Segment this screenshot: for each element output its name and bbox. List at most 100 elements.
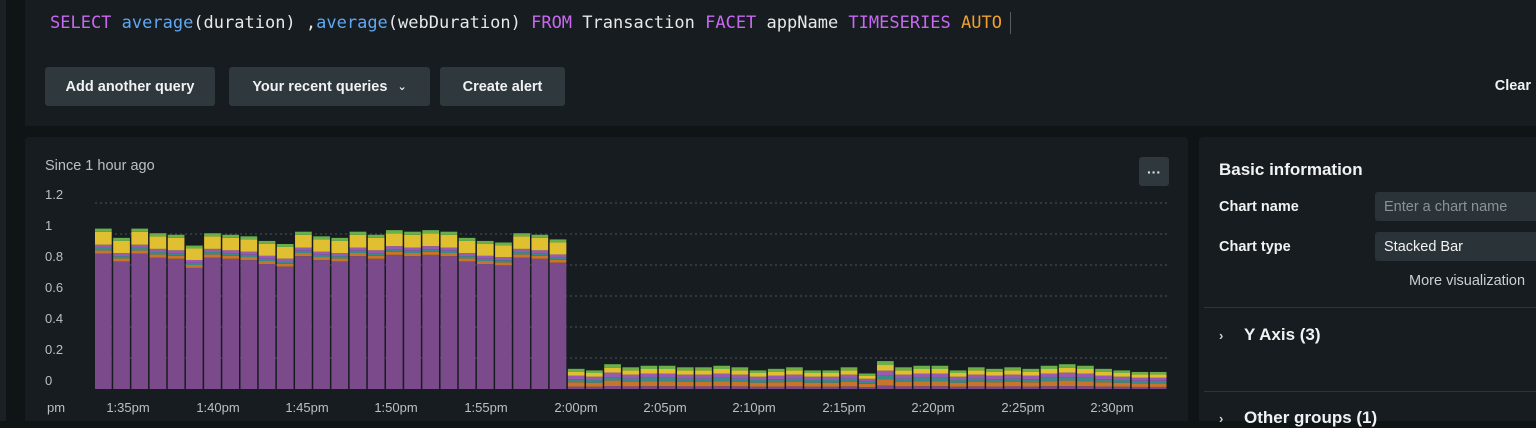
bar-segment: [931, 369, 949, 374]
x-tick-label: 1:35pm: [106, 400, 149, 415]
bar-segment: [676, 386, 694, 389]
chart-name-input[interactable]: Enter a chart name: [1375, 192, 1536, 221]
bar-segment: [495, 242, 512, 246]
bar-segment: [513, 248, 530, 253]
bar-segment: [131, 228, 149, 232]
bar-segment: [1131, 380, 1149, 384]
bar-segment: [967, 370, 985, 375]
bar-segment: [804, 382, 821, 387]
bar-segment: [513, 236, 530, 249]
bar-segment: [149, 257, 167, 389]
bar-segment: [1040, 381, 1058, 387]
bar-segment: [931, 365, 949, 369]
more-visualizations-link[interactable]: More visualization: [1409, 273, 1525, 289]
bar-segment: [713, 365, 731, 369]
bar-segment: [258, 264, 276, 389]
bar-segment: [531, 234, 549, 238]
bar-segment: [931, 373, 949, 378]
bar-segment: [258, 261, 276, 265]
bar-segment: [95, 253, 112, 389]
y-axis-section[interactable]: › Y Axis (3): [1219, 325, 1321, 345]
bar-segment: [567, 379, 585, 383]
bar-segment: [822, 370, 840, 373]
bar-segment: [458, 258, 476, 262]
bar-segment: [185, 265, 203, 268]
bar-segment: [222, 250, 239, 254]
bar-segment: [331, 237, 349, 241]
bar-segment: [840, 378, 858, 382]
bar-segment: [149, 254, 167, 258]
bar-segment: [913, 386, 931, 389]
bar-segment: [1131, 386, 1149, 389]
bar-segment: [804, 370, 821, 373]
bar-segment: [786, 370, 803, 375]
bar-segment: [331, 253, 349, 257]
bar-segment: [676, 374, 694, 379]
bar-segment: [604, 372, 621, 378]
bar-segment: [804, 386, 821, 389]
y-tick-label: 0: [45, 373, 52, 388]
bar-segment: [204, 252, 221, 255]
bar-segment: [440, 231, 458, 235]
bar-segment: [495, 265, 512, 389]
bar-segment: [204, 257, 221, 389]
bar-segment: [1095, 379, 1112, 383]
bar-segment: [858, 381, 876, 384]
bar-segment: [240, 254, 258, 258]
bar-segment: [713, 369, 731, 374]
bar-segment: [167, 255, 185, 259]
bar-segment: [1149, 383, 1167, 387]
y-tick-label: 1: [45, 218, 52, 233]
bar-segment: [513, 254, 530, 258]
bar-segment: [822, 380, 840, 383]
bar-segment: [167, 234, 185, 238]
bar-segment: [349, 250, 367, 254]
bar-segment: [549, 262, 567, 389]
bar-segment: [385, 233, 403, 247]
other-groups-label: Other groups (1): [1244, 408, 1378, 427]
bar-segment: [731, 367, 749, 371]
bar-segment: [1077, 369, 1094, 374]
bar-segment: [967, 374, 985, 379]
bar-segment: [1149, 377, 1167, 381]
bar-segment: [476, 261, 494, 265]
bar-segment: [786, 374, 803, 379]
bar-segment: [476, 264, 494, 389]
bar-segment: [531, 258, 549, 389]
bar-segment: [822, 373, 840, 377]
bar-segment: [1095, 386, 1112, 389]
bar-segment: [949, 376, 967, 381]
bar-segment: [404, 234, 421, 248]
bar-segment: [331, 256, 349, 259]
bar-segment: [185, 245, 203, 249]
bar-segment: [258, 240, 276, 244]
bar-segment: [749, 382, 767, 387]
bar-segment: [1004, 370, 1022, 375]
bar-segment: [185, 267, 203, 389]
bar-segment: [895, 370, 912, 375]
bar-segment: [840, 374, 858, 379]
bar-segment: [1058, 372, 1076, 378]
bar-segment: [658, 381, 676, 387]
chevron-right-icon: ›: [1219, 328, 1224, 343]
chevron-right-icon: ›: [1219, 411, 1224, 426]
bar-segment: [1040, 386, 1058, 389]
bar-segment: [476, 255, 494, 259]
bar-segment: [404, 250, 421, 254]
bar-segment: [531, 253, 549, 256]
bar-segment: [986, 382, 1003, 387]
bar-segment: [1131, 377, 1149, 381]
chart-type-select[interactable]: Stacked Bar: [1375, 232, 1536, 261]
bar-segment: [622, 370, 640, 375]
bar-segment: [1058, 367, 1076, 373]
y-tick-label: 0.2: [45, 342, 63, 357]
bar-segment: [713, 381, 731, 387]
other-groups-section[interactable]: › Other groups (1): [1219, 408, 1377, 428]
bar-segment: [95, 228, 112, 232]
bar-segment: [640, 369, 658, 374]
bar-segment: [858, 383, 876, 388]
bar-segment: [804, 380, 821, 383]
bar-segment: [586, 376, 603, 381]
bar-segment: [586, 373, 603, 377]
bar-segment: [513, 233, 530, 237]
